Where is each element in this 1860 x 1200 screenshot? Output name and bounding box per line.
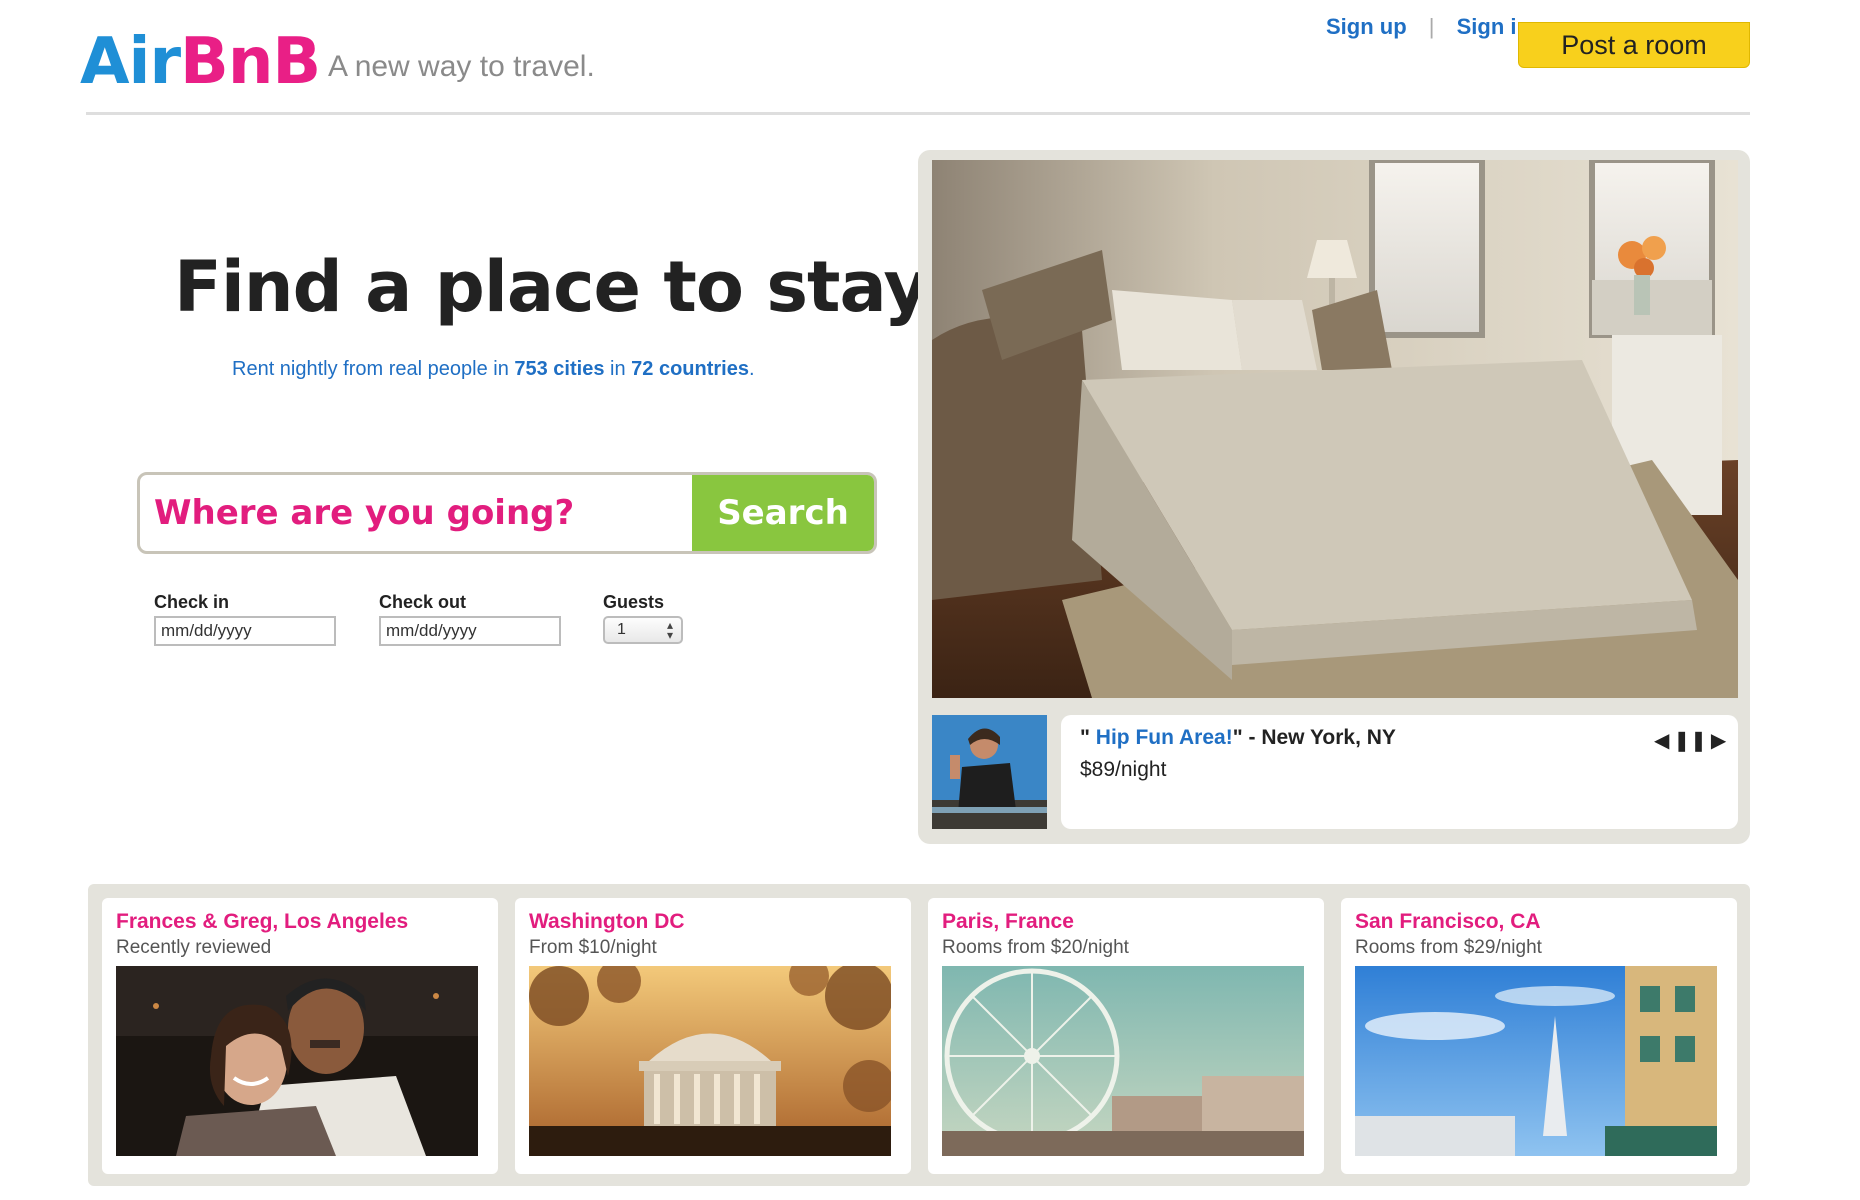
pause-icon[interactable]: ❚❚ — [1673, 728, 1707, 753]
destination-card[interactable]: Paris, France Rooms from $20/night — [928, 898, 1324, 1174]
destination-card[interactable]: San Francisco, CA Rooms from $29/night — [1341, 898, 1737, 1174]
subtitle-text-pre: Rent nightly from real people in — [232, 358, 515, 380]
post-a-room-button[interactable]: Post a room — [1518, 22, 1750, 68]
card-subtitle: Rooms from $29/night — [1355, 937, 1542, 958]
guests-label: Guests — [603, 592, 665, 612]
quote-close: " — [1232, 726, 1243, 749]
check-out-input[interactable]: mm/dd/yyyy — [379, 616, 561, 646]
card-title[interactable]: Frances & Greg, Los Angeles — [116, 910, 408, 934]
page-title: Find a place to stay. — [174, 246, 948, 328]
subtitle-text-mid: in — [604, 358, 632, 380]
featured-price: $89/night — [1080, 758, 1167, 781]
card-subtitle: Rooms from $20/night — [942, 937, 1129, 958]
paris-photo[interactable] — [942, 966, 1304, 1156]
logo-wordmark: AirBnB — [80, 25, 321, 99]
airbnb-logo[interactable]: AirBnB — [80, 22, 321, 102]
featured-listing-link[interactable]: Hip Fun Area! — [1096, 726, 1233, 749]
link-separator: | — [1428, 14, 1435, 39]
featured-room-photo[interactable] — [932, 160, 1738, 698]
card-title[interactable]: San Francisco, CA — [1355, 910, 1541, 934]
countries-count-link[interactable]: 72 countries — [631, 358, 749, 380]
prev-icon[interactable]: ◀ — [1654, 728, 1669, 753]
card-title[interactable]: Washington DC — [529, 910, 685, 934]
slideshow-controls: ◀ ❚❚ ▶ — [1652, 728, 1728, 753]
account-links: Sign up | Sign in — [1318, 14, 1538, 40]
guests-select[interactable]: 1 ▴ ▾ — [603, 616, 683, 644]
card-subtitle: From $10/night — [529, 937, 657, 958]
search-bar: Search — [137, 472, 877, 554]
check-in-input[interactable]: mm/dd/yyyy — [154, 616, 336, 646]
hero-subtitle: Rent nightly from real people in 753 cit… — [232, 358, 755, 381]
card-title[interactable]: Paris, France — [942, 910, 1074, 934]
quote-open: " — [1080, 726, 1096, 749]
check-in-label: Check in — [154, 592, 230, 612]
host-thumbnail[interactable] — [932, 715, 1047, 829]
tagline: A new way to travel. — [328, 50, 595, 83]
check-out-label: Check out — [379, 592, 467, 612]
next-icon[interactable]: ▶ — [1711, 728, 1726, 753]
hosts-photo[interactable] — [116, 966, 478, 1156]
select-arrows-icon: ▴ ▾ — [666, 618, 673, 642]
cities-count-link[interactable]: 753 cities — [514, 358, 604, 380]
destination-card[interactable]: Frances & Greg, Los Angeles Recently rev… — [102, 898, 498, 1174]
featured-location: - New York, NY — [1242, 726, 1396, 749]
subtitle-text-post: . — [748, 358, 755, 380]
featured-listing-title: " Hip Fun Area!" - New York, NY — [1080, 726, 1396, 750]
card-subtitle: Recently reviewed — [116, 937, 272, 958]
header-divider — [86, 112, 1750, 115]
destination-card[interactable]: Washington DC From $10/night — [515, 898, 911, 1174]
san-francisco-photo[interactable] — [1355, 966, 1717, 1156]
search-button[interactable]: Search — [692, 475, 874, 551]
guests-value: 1 — [617, 621, 626, 638]
destination-search-input[interactable] — [140, 475, 692, 551]
washington-dc-photo[interactable] — [529, 966, 891, 1156]
sign-up-link[interactable]: Sign up — [1326, 14, 1407, 40]
